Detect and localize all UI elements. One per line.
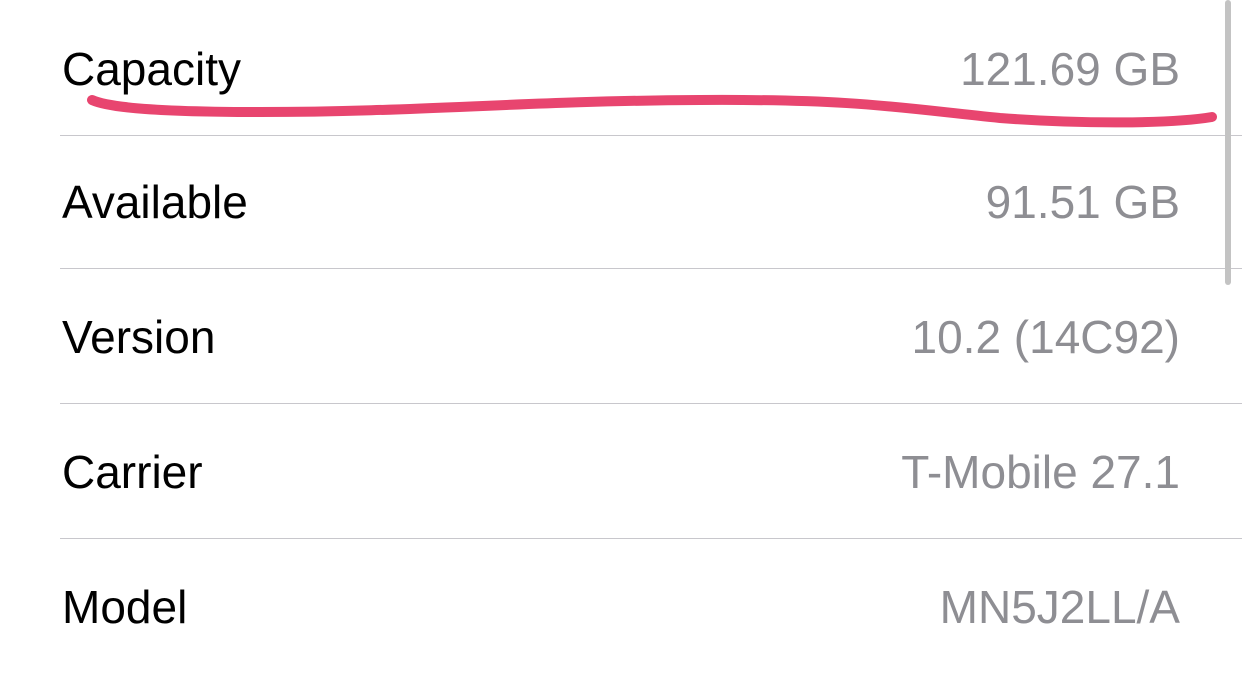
model-value: MN5J2LL/A (939, 581, 1180, 633)
row-divider (60, 403, 1242, 404)
carrier-value: T-Mobile 27.1 (901, 446, 1180, 498)
row-divider (60, 268, 1242, 269)
capacity-value: 121.69 GB (960, 43, 1180, 95)
model-label: Model (62, 581, 188, 633)
capacity-label: Capacity (62, 43, 241, 95)
carrier-label: Carrier (62, 446, 203, 498)
available-row: Available 91.51 GB (0, 135, 1242, 269)
capacity-row: Capacity 121.69 GB (0, 2, 1242, 136)
version-label: Version (62, 311, 216, 363)
version-row: Version 10.2 (14C92) (0, 270, 1242, 404)
carrier-row: Carrier T-Mobile 27.1 (0, 405, 1242, 539)
version-value: 10.2 (14C92) (911, 311, 1181, 363)
scroll-indicator[interactable] (1225, 0, 1231, 285)
available-value: 91.51 GB (985, 176, 1180, 228)
model-row: Model MN5J2LL/A (0, 540, 1242, 674)
row-divider (60, 538, 1242, 539)
available-label: Available (62, 176, 248, 228)
